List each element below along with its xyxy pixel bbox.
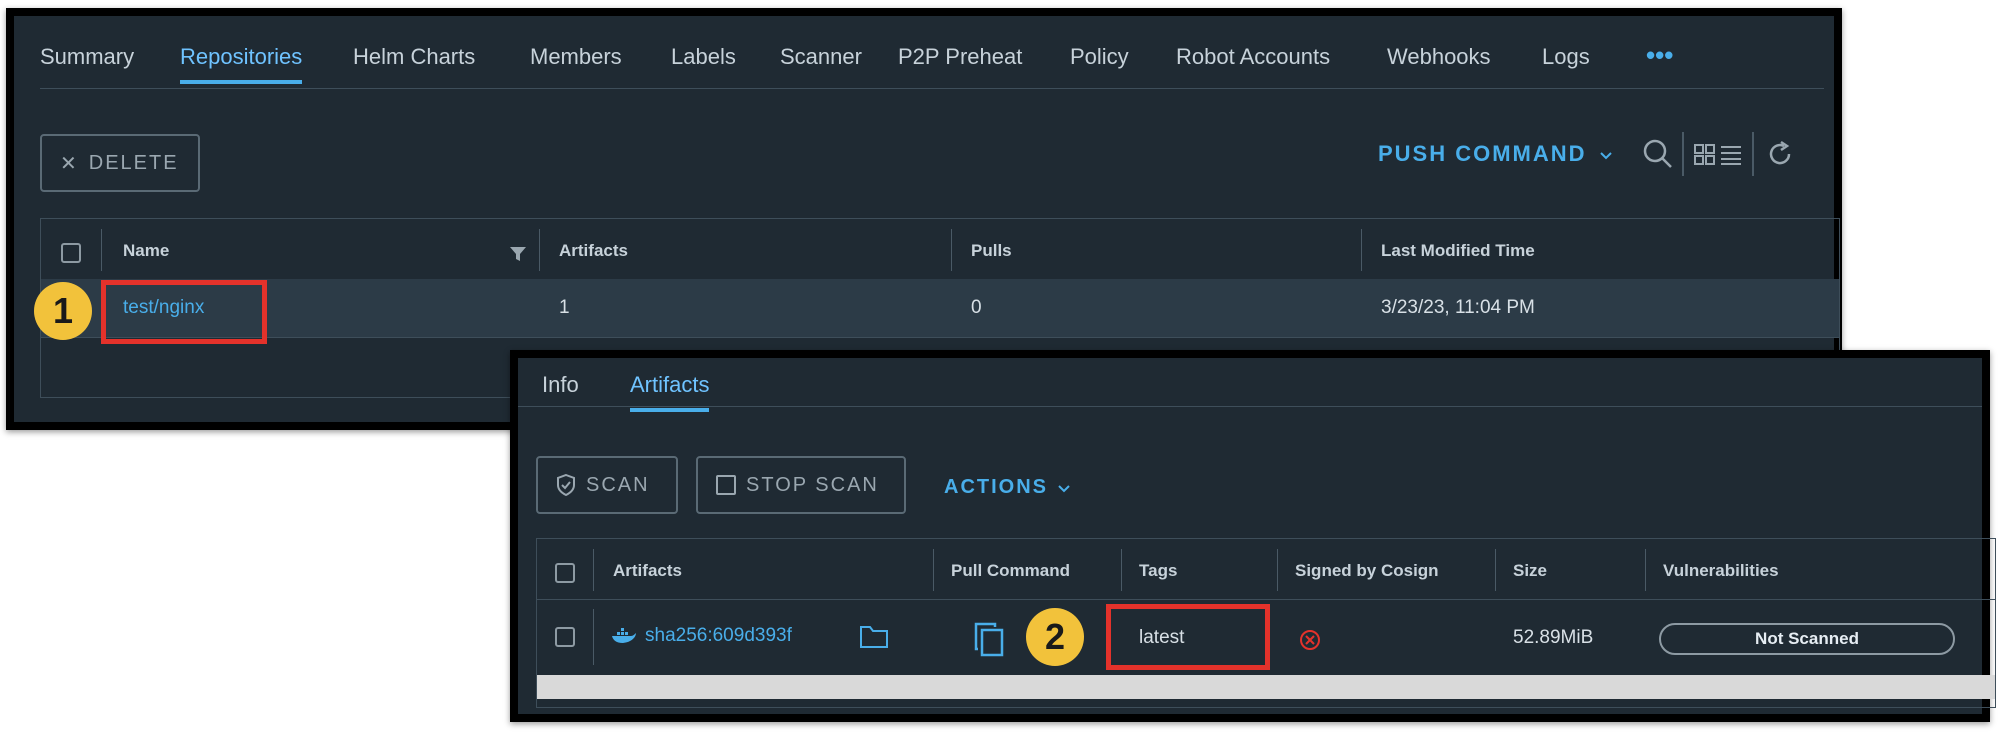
tab-members[interactable]: Members	[530, 44, 622, 70]
pulls-count: 0	[971, 297, 982, 318]
artifacts-panel: Info Artifacts SCAN STOP SCAN ACTIONS Ar…	[510, 350, 1996, 722]
filter-icon[interactable]	[509, 245, 527, 263]
tab-summary[interactable]: Summary	[40, 44, 134, 70]
tab-repositories[interactable]: Repositories	[180, 44, 303, 84]
stop-scan-button[interactable]: STOP SCAN	[696, 456, 906, 514]
column-divider	[933, 549, 934, 591]
select-all-checkbox[interactable]	[61, 243, 81, 263]
tab-artifacts[interactable]: Artifacts	[630, 372, 710, 412]
column-divider	[593, 549, 594, 591]
column-divider	[951, 229, 952, 271]
artifact-size: 52.89MiB	[1513, 627, 1594, 648]
push-command-label: PUSH COMMAND	[1378, 141, 1587, 166]
step-badge: 1	[34, 282, 92, 340]
horizontal-scrollbar[interactable]	[537, 675, 1995, 699]
copy-icon[interactable]	[973, 621, 1005, 657]
refresh-icon[interactable]	[1766, 140, 1794, 168]
column-header-signed-by-cosign[interactable]: Signed by Cosign	[1295, 561, 1439, 581]
tab-labels[interactable]: Labels	[671, 44, 736, 70]
column-header-name[interactable]: Name	[123, 241, 169, 261]
column-divider	[539, 229, 540, 271]
row-checkbox[interactable]	[555, 627, 575, 647]
artifacts-count: 1	[559, 297, 570, 318]
chevron-down-icon	[1599, 152, 1612, 160]
list-view-icon[interactable]	[1720, 144, 1742, 166]
tab-helm-charts[interactable]: Helm Charts	[353, 44, 475, 70]
column-divider	[1645, 549, 1646, 591]
column-divider	[593, 609, 594, 665]
column-header-artifacts[interactable]: Artifacts	[559, 241, 628, 261]
tab-info[interactable]: Info	[542, 372, 579, 398]
table-row[interactable]: test/nginx 1 0 3/23/23, 11:04 PM	[41, 279, 1839, 338]
scan-button[interactable]: SCAN	[536, 456, 678, 514]
column-header-size[interactable]: Size	[1513, 561, 1547, 581]
tab-p2p-preheat[interactable]: P2P Preheat	[898, 44, 1022, 70]
more-icon[interactable]: •••	[1646, 40, 1673, 71]
select-all-checkbox[interactable]	[555, 563, 575, 583]
column-header-pulls[interactable]: Pulls	[971, 241, 1012, 261]
delete-button[interactable]: ✕ DELETE	[40, 134, 200, 192]
highlight-box	[101, 280, 267, 344]
close-icon: ✕	[60, 152, 79, 175]
project-tabs: Summary Repositories Helm Charts Members…	[40, 40, 1824, 89]
highlight-box	[1106, 604, 1270, 670]
actions-label: ACTIONS	[944, 476, 1048, 498]
actions-dropdown[interactable]: ACTIONS	[944, 476, 1070, 499]
grid-header: Artifacts Pull Command Tags Signed by Co…	[537, 539, 1995, 600]
search-icon[interactable]	[1642, 138, 1674, 170]
column-divider	[1361, 229, 1362, 271]
column-header-last-modified[interactable]: Last Modified Time	[1381, 241, 1535, 261]
stop-icon	[716, 475, 736, 495]
step-badge: 2	[1026, 608, 1084, 666]
folder-icon[interactable]	[859, 623, 889, 649]
artifact-digest-link[interactable]: sha256:609d393f	[645, 625, 792, 647]
tab-policy[interactable]: Policy	[1070, 44, 1129, 70]
column-divider	[1277, 549, 1278, 591]
tab-scanner[interactable]: Scanner	[780, 44, 862, 70]
shield-icon	[557, 474, 575, 496]
column-header-tags[interactable]: Tags	[1139, 561, 1177, 581]
scan-label: SCAN	[586, 473, 650, 496]
column-header-vulnerabilities[interactable]: Vulnerabilities	[1663, 561, 1779, 581]
unsigned-icon	[1300, 630, 1320, 650]
toolbar-divider	[1682, 132, 1684, 176]
tab-logs[interactable]: Logs	[1542, 44, 1590, 70]
docker-icon	[612, 628, 636, 643]
column-divider	[1495, 549, 1496, 591]
card-view-icon[interactable]	[1694, 144, 1716, 166]
column-header-artifacts[interactable]: Artifacts	[613, 561, 682, 581]
tab-robot-accounts[interactable]: Robot Accounts	[1176, 44, 1330, 70]
stop-scan-label: STOP SCAN	[746, 473, 879, 496]
toolbar-divider	[1752, 132, 1754, 176]
column-divider	[1121, 549, 1122, 591]
push-command-button[interactable]: PUSH COMMAND	[1378, 141, 1613, 167]
vulnerability-status: Not Scanned	[1659, 623, 1955, 655]
repository-tabs: Info Artifacts	[518, 362, 1982, 412]
chevron-down-icon	[1057, 485, 1070, 493]
last-modified-time: 3/23/23, 11:04 PM	[1381, 297, 1535, 318]
column-divider	[101, 229, 102, 271]
grid-header: Name Artifacts Pulls Last Modified Time	[41, 219, 1839, 280]
column-header-pull-command[interactable]: Pull Command	[951, 561, 1070, 581]
delete-label: DELETE	[88, 151, 179, 174]
tab-webhooks[interactable]: Webhooks	[1387, 44, 1491, 70]
